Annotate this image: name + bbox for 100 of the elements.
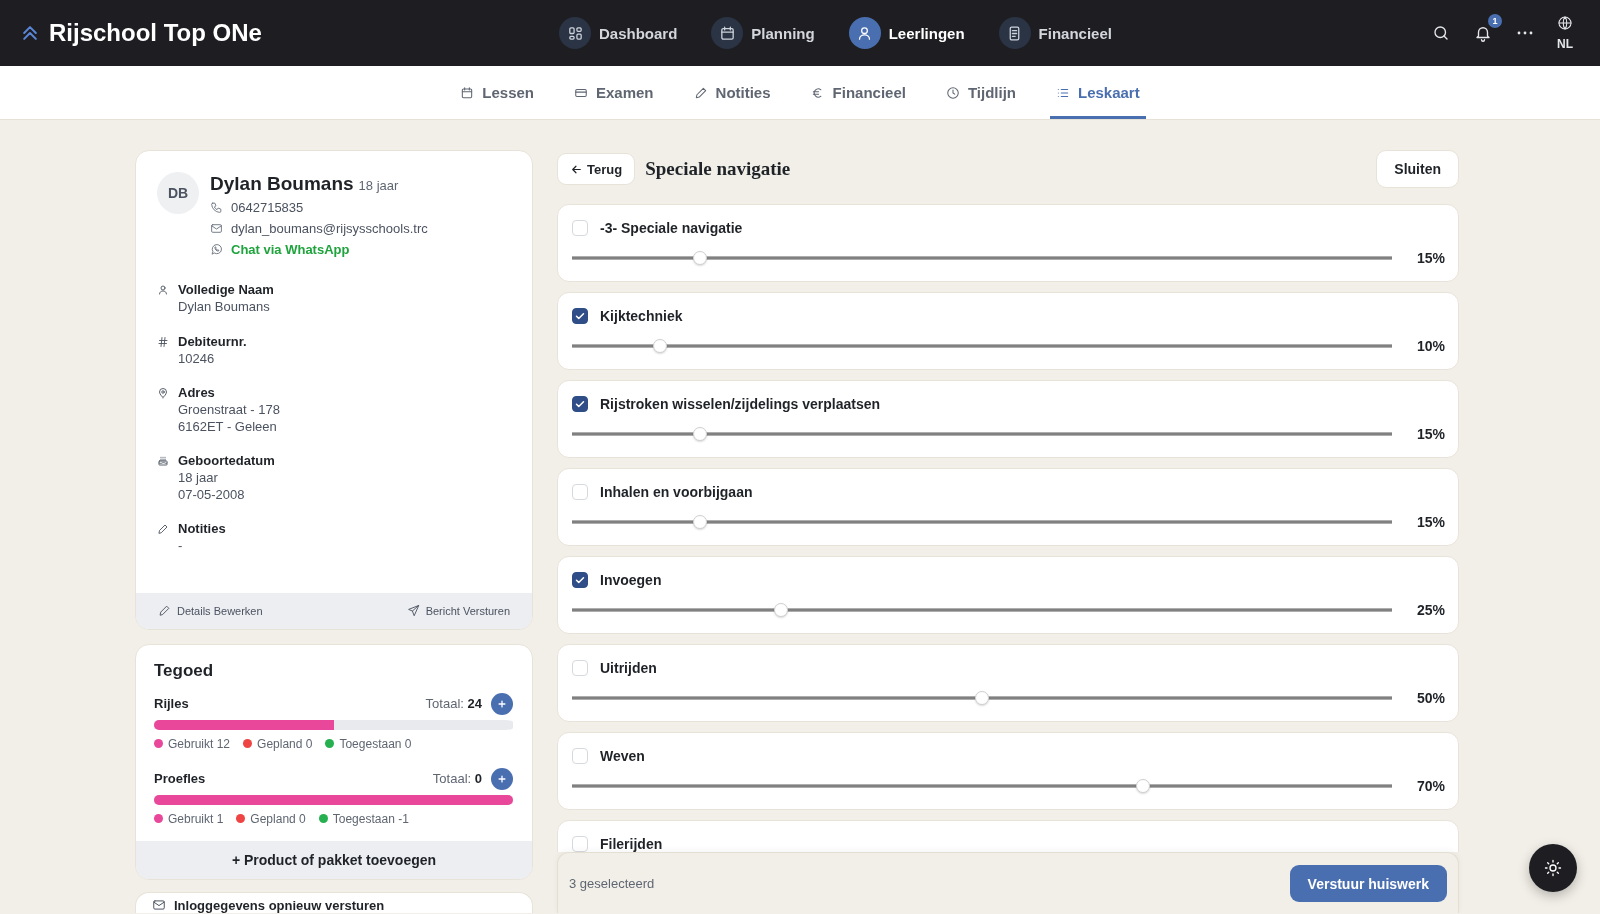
add-button[interactable]	[491, 767, 513, 790]
field-label: Notities	[178, 520, 226, 538]
skill-label: Rijstroken wisselen/zijdelings verplaatsen	[600, 396, 881, 412]
chat-bubble-icon	[210, 243, 223, 256]
field-value: Groenstraat - 178	[178, 402, 280, 419]
field-label: Volledige Naam	[178, 281, 274, 299]
sun-icon	[1544, 859, 1562, 877]
field-value: 6162ET - Geleen	[178, 418, 277, 435]
tab[interactable]: Notities	[687, 66, 777, 119]
language-button[interactable]: NL	[1557, 15, 1573, 51]
percent-label: 15%	[1415, 426, 1445, 442]
legend-label: Gebruikt 12	[168, 736, 231, 751]
slider-thumb[interactable]	[692, 427, 707, 441]
checkbox[interactable]	[572, 396, 588, 412]
skill-label: Invoegen	[600, 572, 662, 588]
legend-label: Gepland 0	[257, 736, 313, 751]
percent-label: 15%	[1415, 514, 1445, 530]
calendar-icon	[711, 17, 744, 49]
resend-login-button[interactable]: Inloggegevens opnieuw versturen	[135, 891, 533, 913]
checkbox[interactable]	[572, 572, 588, 588]
tab[interactable]: Examen	[568, 66, 660, 119]
slider-thumb[interactable]	[773, 603, 788, 617]
slider-thumb[interactable]	[692, 251, 707, 265]
tab[interactable]: Tijdlijn	[939, 66, 1022, 119]
phone-icon	[210, 201, 223, 214]
field-value: 18 jaar	[178, 470, 218, 487]
age-label: 18 jaar	[358, 177, 399, 195]
notification-badge: 1	[1488, 14, 1502, 28]
tab[interactable]: Leskaart	[1050, 66, 1146, 119]
skill-label: -3- Speciale navigatie	[600, 220, 743, 236]
user-icon	[157, 284, 169, 296]
globe-icon	[1557, 15, 1573, 31]
nav-item[interactable]: Dashboard	[559, 17, 678, 49]
nav-item[interactable]: Leerlingen	[848, 17, 965, 49]
check-icon	[574, 574, 586, 586]
send-message-button[interactable]: Bericht Versturen	[406, 604, 510, 617]
bell-icon	[1474, 24, 1492, 42]
email-address: dylan_boumans@rijsysschools.trc	[231, 221, 428, 236]
hash-icon	[157, 335, 169, 348]
credit-name: Proefles	[154, 771, 206, 786]
add-button[interactable]	[491, 692, 513, 715]
legend-label: Toegestaan -1	[332, 811, 409, 826]
nav-item[interactable]: Financieel	[998, 17, 1112, 49]
legend-label: Toegestaan 0	[339, 736, 412, 751]
search-icon	[1432, 24, 1450, 42]
credit-name: Rijles	[154, 696, 189, 711]
legend-label: Gepland 0	[250, 811, 306, 826]
percent-label: 50%	[1415, 690, 1445, 706]
grid-icon	[559, 17, 591, 49]
legend-label: Gebruikt 1	[168, 811, 224, 826]
close-button[interactable]: Sluiten	[1376, 150, 1459, 188]
panel-title: Speciale navigatie	[645, 158, 791, 180]
skill-label: Weven	[600, 748, 645, 764]
submit-button[interactable]: Verstuur huiswerk	[1289, 865, 1447, 902]
skill-label: Inhalen en voorbijgaan	[600, 484, 753, 500]
tab[interactable]: Financieel	[804, 66, 912, 119]
user-icon	[848, 17, 881, 49]
total-label: Totaal: 24	[425, 696, 482, 711]
map-pin-icon	[157, 387, 169, 399]
field-label: Geboortedatum	[178, 452, 275, 470]
mail-icon	[210, 222, 223, 235]
slider-thumb[interactable]	[652, 339, 667, 353]
field-label: Adres	[178, 384, 215, 402]
field-value: -	[178, 538, 183, 555]
pencil-icon	[157, 523, 169, 535]
slider-thumb[interactable]	[692, 515, 707, 529]
field-value: 07-05-2008	[178, 486, 245, 503]
section-title: Tegoed	[154, 659, 215, 682]
field-value: 10246	[178, 350, 215, 367]
slider-thumb[interactable]	[1136, 779, 1151, 793]
field-value: Dylan Boumans	[178, 299, 270, 316]
student-name: Dylan Boumans	[210, 172, 354, 196]
percent-label: 70%	[1415, 778, 1445, 794]
nav-item[interactable]: Planning	[711, 17, 815, 49]
phone-number: 0642715835	[231, 200, 304, 215]
slider-thumb[interactable]	[975, 691, 989, 705]
more-icon	[1517, 31, 1533, 35]
mail-icon	[152, 898, 166, 912]
selection-count: 3 geselecteerd	[569, 876, 655, 891]
add-product-button[interactable]: + Product of pakket toevoegen	[136, 840, 532, 879]
check-icon	[574, 310, 586, 322]
avatar: DB	[157, 172, 199, 214]
chevrons-up-icon	[20, 23, 40, 43]
percent-label: 25%	[1415, 602, 1445, 618]
app-title: Rijschool Top ONe	[49, 19, 262, 47]
skill-label: Kijktechniek	[600, 308, 683, 324]
back-button[interactable]: Terug	[557, 153, 636, 185]
tab[interactable]: Lessen	[454, 66, 540, 119]
theme-toggle-button[interactable]	[1529, 844, 1577, 892]
clock-icon	[945, 85, 960, 100]
edit-button[interactable]: Details Bewerken	[158, 604, 263, 617]
document-icon	[998, 17, 1031, 49]
field-label: Debiteurnr.	[178, 332, 247, 351]
check-icon	[574, 398, 586, 410]
skill-label: Filerijden	[600, 836, 663, 852]
calendar-icon	[460, 85, 475, 100]
cake-icon	[157, 455, 169, 467]
percent-label: 10%	[1415, 338, 1445, 354]
total-label: Totaal: 0	[432, 771, 482, 786]
checkbox[interactable]	[572, 308, 588, 324]
